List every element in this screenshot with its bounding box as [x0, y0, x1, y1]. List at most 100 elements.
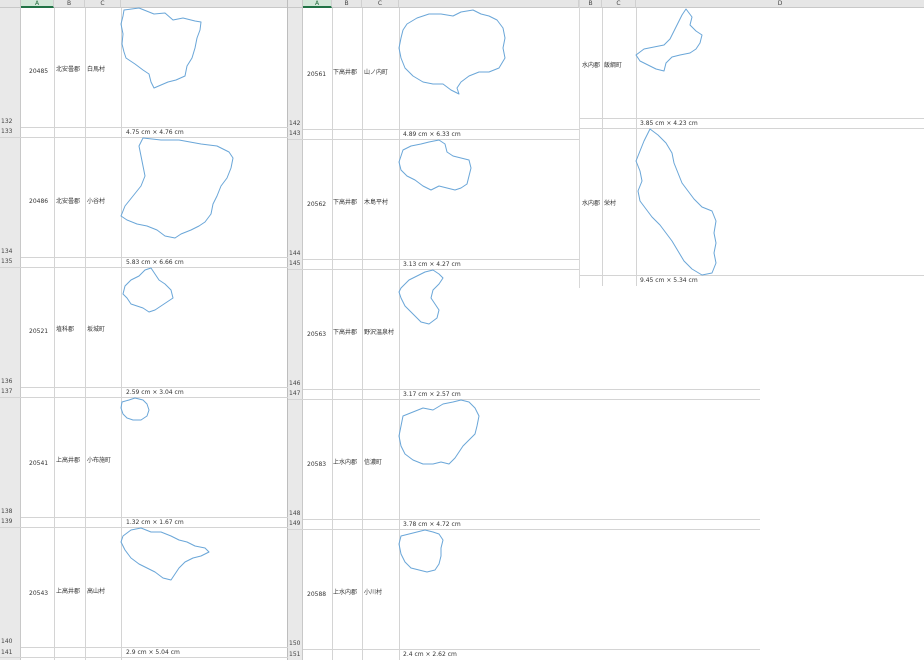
municipality-boundary-shape[interactable] [120, 137, 237, 240]
grid-line [54, 8, 55, 660]
district-cell[interactable]: 下高井郡 [333, 197, 357, 206]
column-header-b[interactable]: B [332, 0, 362, 8]
row-number[interactable]: 147 [289, 390, 300, 397]
municipality-code-cell[interactable]: 20485 [29, 68, 48, 75]
town-cell[interactable]: 飯綱町 [604, 60, 622, 69]
grid-line [303, 519, 760, 520]
municipality-code-cell[interactable]: 20541 [29, 460, 48, 467]
municipality-code-cell[interactable]: 20588 [307, 591, 326, 598]
municipality-boundary-shape[interactable] [398, 139, 475, 196]
shape-dimensions-label: 9.45 cm × 5.34 cm [640, 277, 698, 284]
municipality-boundary-shape[interactable] [121, 267, 175, 314]
town-cell[interactable]: 小谷村 [87, 196, 105, 205]
municipality-boundary-shape[interactable] [398, 9, 509, 96]
municipality-boundary-shape[interactable] [120, 397, 151, 422]
district-cell[interactable]: 水内郡 [582, 198, 600, 207]
shape-dimensions-label: 4.75 cm × 4.76 cm [126, 129, 184, 136]
column-header-d[interactable] [121, 0, 288, 8]
row-number[interactable]: 149 [289, 520, 300, 527]
row-header-gutter [288, 8, 303, 660]
district-cell[interactable]: 水内郡 [582, 60, 600, 69]
grid-line [288, 399, 760, 400]
row-number[interactable]: 146 [289, 380, 300, 387]
municipality-code-cell[interactable]: 20486 [29, 198, 48, 205]
grid-line [21, 257, 288, 258]
row-number[interactable]: 151 [289, 651, 300, 658]
town-cell[interactable]: 小川村 [364, 587, 382, 596]
municipality-code-cell[interactable]: 20563 [307, 331, 326, 338]
grid-line [580, 118, 924, 119]
row-number[interactable]: 135 [1, 258, 12, 265]
row-number[interactable]: 133 [1, 128, 12, 135]
shape-dimensions-label: 3.17 cm × 2.57 cm [403, 391, 461, 398]
shape-dimensions-label: 1.32 cm × 1.67 cm [126, 519, 184, 526]
row-number[interactable]: 138 [1, 508, 12, 515]
select-all-corner[interactable] [288, 0, 303, 8]
row-number[interactable]: 137 [1, 388, 12, 395]
district-cell[interactable]: 北安曇郡 [56, 64, 80, 73]
column-header-b[interactable]: B [54, 0, 85, 8]
town-cell[interactable]: 山ノ内町 [364, 67, 388, 76]
grid-line [580, 275, 924, 276]
row-number[interactable]: 136 [1, 378, 12, 385]
row-number[interactable]: 139 [1, 518, 12, 525]
row-number[interactable]: 150 [289, 640, 300, 647]
municipality-boundary-shape[interactable] [120, 7, 211, 92]
town-cell[interactable]: 白馬村 [87, 64, 105, 73]
column-header-c[interactable]: C [602, 0, 636, 8]
column-header-c[interactable]: C [85, 0, 121, 8]
row-number[interactable]: 143 [289, 130, 300, 137]
row-number[interactable]: 132 [1, 118, 12, 125]
municipality-code-cell[interactable]: 20561 [307, 71, 326, 78]
municipality-boundary-shape[interactable] [635, 128, 720, 277]
district-cell[interactable]: 上高井郡 [56, 586, 80, 595]
row-number[interactable]: 134 [1, 248, 12, 255]
district-cell[interactable]: 上水内郡 [333, 587, 357, 596]
district-cell[interactable]: 埴科郡 [56, 324, 74, 333]
municipality-code-cell[interactable]: 20562 [307, 201, 326, 208]
column-header-a[interactable]: A [21, 0, 54, 8]
shape-dimensions-label: 3.78 cm × 4.72 cm [403, 521, 461, 528]
municipality-code-cell[interactable]: 20543 [29, 590, 48, 597]
column-header-b[interactable]: B [580, 0, 602, 8]
row-number[interactable]: 148 [289, 510, 300, 517]
grid-line [21, 647, 288, 648]
grid-line [85, 8, 86, 660]
district-cell[interactable]: 上高井郡 [56, 455, 80, 464]
town-cell[interactable]: 坂城町 [87, 324, 105, 333]
grid-line [362, 8, 363, 660]
row-number[interactable]: 140 [1, 638, 12, 645]
column-header-d[interactable]: D [636, 0, 924, 8]
grid-line [21, 517, 288, 518]
municipality-code-cell[interactable]: 20583 [307, 461, 326, 468]
town-cell[interactable]: 木島平村 [364, 197, 388, 206]
municipality-code-cell[interactable]: 20521 [29, 328, 48, 335]
column-header-a[interactable]: A [303, 0, 332, 8]
column-header-c[interactable]: C [362, 0, 399, 8]
district-cell[interactable]: 下高井郡 [333, 67, 357, 76]
municipality-boundary-shape[interactable] [398, 399, 483, 468]
municipality-boundary-shape[interactable] [635, 8, 704, 73]
district-cell[interactable]: 北安曇郡 [56, 196, 80, 205]
spreadsheet-pane-1: A B C 132 133 20485 北安曇郡 白馬村 4.75 cm × 4… [0, 0, 288, 660]
shape-dimensions-label: 5.83 cm × 6.66 cm [126, 259, 184, 266]
municipality-boundary-shape[interactable] [398, 269, 447, 328]
town-cell[interactable]: 野沢温泉村 [364, 327, 394, 336]
grid-line [602, 8, 603, 286]
select-all-corner[interactable] [0, 0, 21, 8]
town-cell[interactable]: 小布施町 [87, 455, 111, 464]
district-cell[interactable]: 下高井郡 [333, 327, 357, 336]
town-cell[interactable]: 信濃町 [364, 457, 382, 466]
row-number[interactable]: 142 [289, 120, 300, 127]
district-cell[interactable]: 上水内郡 [333, 457, 357, 466]
column-header-d[interactable] [399, 0, 579, 8]
row-number[interactable]: 141 [1, 649, 12, 656]
municipality-boundary-shape[interactable] [398, 529, 445, 574]
town-cell[interactable]: 栄村 [604, 198, 616, 207]
spreadsheet-pane-3: B C D 水内郡 飯綱町 3.85 cm × 4.23 cm 水内郡 栄村 9… [579, 0, 924, 288]
municipality-boundary-shape[interactable] [120, 527, 211, 582]
row-number[interactable]: 144 [289, 250, 300, 257]
grid-line [21, 387, 288, 388]
town-cell[interactable]: 高山村 [87, 586, 105, 595]
row-number[interactable]: 145 [289, 260, 300, 267]
